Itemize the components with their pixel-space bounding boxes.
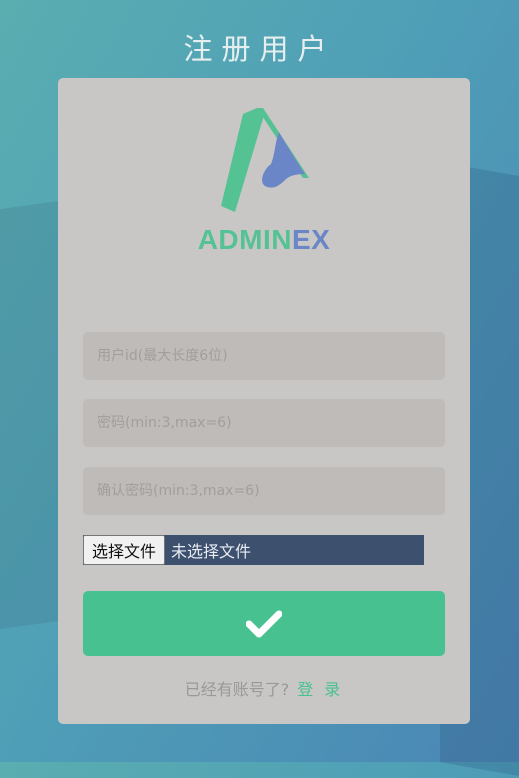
- have-account-text: 已经有账号了?: [184, 680, 290, 699]
- login-link[interactable]: 登 录: [297, 680, 343, 699]
- page-title: 注册用户: [183, 32, 336, 66]
- submit-button[interactable]: [83, 591, 445, 656]
- password-input[interactable]: [83, 399, 445, 447]
- user-id-input[interactable]: [83, 332, 445, 380]
- logo-text-admin: ADMIN: [197, 224, 292, 255]
- register-panel: ADMINEX 选择文件 未选择文件 已经有账号了? 登 录: [58, 78, 470, 724]
- confirm-password-input[interactable]: [83, 467, 445, 515]
- logo-text-ex: EX: [291, 224, 331, 255]
- choose-file-button[interactable]: 选择文件: [83, 535, 166, 565]
- adminex-logo-icon: [221, 108, 309, 212]
- checkmark-icon: [246, 610, 282, 637]
- file-upload-field[interactable]: 选择文件 未选择文件: [83, 535, 424, 565]
- file-status-text: 未选择文件: [171, 542, 252, 561]
- login-prompt: 已经有账号了? 登 录: [58, 676, 470, 700]
- brand-logo-text: ADMINEX: [58, 224, 470, 256]
